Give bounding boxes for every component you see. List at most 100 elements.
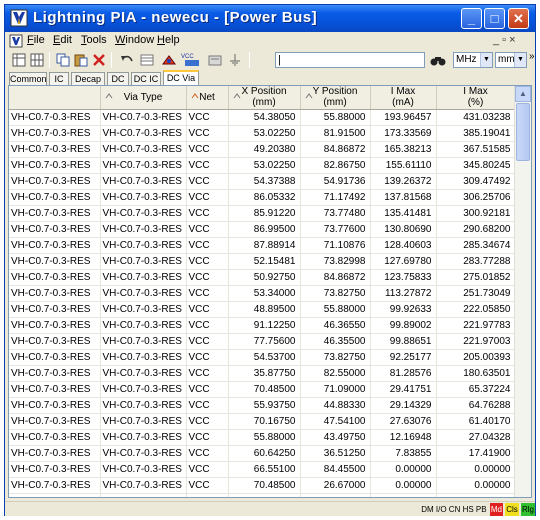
table-cell[interactable]: VCC bbox=[186, 141, 229, 158]
table-cell[interactable]: 84.86872 bbox=[300, 269, 371, 286]
table-row[interactable]: VH-C0.7-0.3-RES VH-C0.7-0.3-RES VCC 53.0225… bbox=[9, 157, 516, 174]
table-cell[interactable]: 251.73049 bbox=[436, 285, 516, 302]
table-icon[interactable] bbox=[139, 52, 155, 68]
delete-icon[interactable] bbox=[91, 52, 107, 68]
table-cell[interactable]: 54.91736 bbox=[300, 173, 371, 190]
table-row[interactable]: VH-C0.7-0.3-RES VH-C0.7-0.3-RES VCC 53.0225… bbox=[9, 125, 516, 142]
menu-tools[interactable]: Tools bbox=[81, 34, 107, 46]
table-cell[interactable]: 367.51585 bbox=[436, 141, 516, 158]
table-cell[interactable]: 165.38213 bbox=[370, 141, 437, 158]
table-cell[interactable]: 180.63501 bbox=[436, 365, 516, 382]
table-cell[interactable]: VH-C0.7-0.3-RES bbox=[9, 189, 101, 206]
table-cell[interactable]: VH-C0.7-0.3-RES bbox=[100, 109, 187, 126]
table-cell[interactable]: 47.54100 bbox=[300, 413, 371, 430]
table-cell[interactable]: 0.00000 bbox=[370, 493, 437, 497]
table-row[interactable]: VH-C0.7-0.3-RES VH-C0.7-0.3-RES VCC 70.1675… bbox=[9, 413, 516, 430]
toolbar-overflow[interactable]: » bbox=[529, 51, 535, 62]
table-cell[interactable]: VH-C0.7-0.3-RES bbox=[9, 445, 101, 462]
table-row[interactable]: VH-C0.7-0.3-RES VH-C0.7-0.3-RES VCC 55.9375… bbox=[9, 397, 516, 414]
table-cell[interactable]: 27.63076 bbox=[370, 413, 437, 430]
table-cell[interactable]: VH-C0.7-0.3-RES bbox=[9, 157, 101, 174]
table-cell[interactable]: VCC bbox=[186, 381, 229, 398]
tab-dc[interactable]: DC bbox=[107, 72, 129, 85]
table-cell[interactable]: 130.80690 bbox=[370, 221, 437, 238]
table-cell[interactable]: 285.34674 bbox=[436, 237, 516, 254]
table-cell[interactable]: VH-C0.7-0.3-RES bbox=[100, 141, 187, 158]
table-cell[interactable]: 81.28576 bbox=[370, 365, 437, 382]
table-cell[interactable]: 84.86872 bbox=[300, 141, 371, 158]
table-cell[interactable]: VH-C0.7-0.3-RES bbox=[100, 221, 187, 238]
table-cell[interactable]: 53.02250 bbox=[228, 157, 301, 174]
table-cell[interactable]: VH-C0.7-0.3-RES bbox=[9, 333, 101, 350]
table-cell[interactable]: VH-C0.7-0.3-RES bbox=[9, 477, 101, 494]
table-cell[interactable]: VH-C0.7-0.3-RES bbox=[100, 205, 187, 222]
table-cell[interactable]: VCC bbox=[186, 269, 229, 286]
column-header-net[interactable]: Net bbox=[186, 86, 229, 110]
menu-edit[interactable]: Edit bbox=[53, 34, 72, 46]
table-cell[interactable]: 60.64250 bbox=[228, 445, 301, 462]
table-cell[interactable]: VH-C0.7-0.3-RES bbox=[9, 461, 101, 478]
table-row[interactable]: VH-C0.7-0.3-RES VH-C0.7-0.3-RES VCC 91.1225… bbox=[9, 317, 516, 334]
table-cell[interactable]: VCC bbox=[186, 445, 229, 462]
table-cell[interactable]: VH-C0.7-0.3-RES bbox=[100, 365, 187, 382]
table-row[interactable]: VH-C0.7-0.3-RES VH-C0.7-0.3-RES VCC 70.4850… bbox=[9, 381, 516, 398]
table-cell[interactable]: 205.00393 bbox=[436, 349, 516, 366]
table-cell[interactable]: 64.76288 bbox=[436, 397, 516, 414]
table-cell[interactable]: 43.49750 bbox=[300, 429, 371, 446]
table-cell[interactable]: 27.04328 bbox=[436, 429, 516, 446]
table-cell[interactable]: 173.33569 bbox=[370, 125, 437, 142]
table-cell[interactable]: 0.00000 bbox=[370, 477, 437, 494]
table-cell[interactable]: VCC bbox=[186, 477, 229, 494]
table-cell[interactable]: VCC bbox=[186, 429, 229, 446]
table-cell[interactable]: VH-C0.7-0.3-RES bbox=[100, 189, 187, 206]
table-cell[interactable]: VH-C0.7-0.3-RES bbox=[100, 477, 187, 494]
table-cell[interactable]: 70.48500 bbox=[228, 477, 301, 494]
table-cell[interactable]: 52.15481 bbox=[228, 253, 301, 270]
table-cell[interactable]: VH-C0.7-0.3-RES bbox=[9, 125, 101, 142]
table-cell[interactable]: 221.97003 bbox=[436, 333, 516, 350]
table-cell[interactable]: VH-C0.7-0.3-RES bbox=[9, 413, 101, 430]
table-cell[interactable]: 46.35500 bbox=[300, 333, 371, 350]
table-row[interactable]: VH-C0.7-0.3-RESVH-C0.7-0.3-RESVCC90.8050… bbox=[9, 493, 516, 497]
table-cell[interactable]: 29.41751 bbox=[370, 381, 437, 398]
table-cell[interactable]: VCC bbox=[186, 285, 229, 302]
frequency-unit-select[interactable]: MHz ▼ bbox=[453, 52, 493, 68]
mdi-window-controls[interactable]: _ ▫ × bbox=[493, 34, 516, 46]
table-cell[interactable]: 92.25177 bbox=[370, 349, 437, 366]
table-cell[interactable]: VCC bbox=[186, 221, 229, 238]
table-cell[interactable]: 70.16750 bbox=[228, 413, 301, 430]
column-header-x-position[interactable]: X Position (mm) bbox=[228, 86, 301, 110]
table-cell[interactable]: VCC bbox=[186, 493, 229, 497]
tab-common[interactable]: Common bbox=[9, 72, 47, 85]
menu-file[interactable]: File bbox=[27, 34, 45, 46]
table-cell[interactable]: 73.82998 bbox=[300, 253, 371, 270]
menu-window[interactable]: Window bbox=[115, 34, 154, 46]
table-row[interactable]: VH-C0.7-0.3-RES VH-C0.7-0.3-RES VCC 55.8800… bbox=[9, 429, 516, 446]
search-input[interactable]: | bbox=[275, 52, 425, 68]
table-cell[interactable]: 99.89002 bbox=[370, 317, 437, 334]
table-cell[interactable]: VCC bbox=[186, 173, 229, 190]
minimize-button[interactable]: _ bbox=[461, 8, 482, 29]
table-cell[interactable]: VH-C0.7-0.3-RES bbox=[100, 173, 187, 190]
table-cell[interactable]: 35.87750 bbox=[228, 365, 301, 382]
menu-help[interactable]: Help bbox=[157, 34, 180, 46]
table-cell[interactable]: VH-C0.7-0.3-RES bbox=[9, 173, 101, 190]
table-cell[interactable]: VCC bbox=[186, 157, 229, 174]
table-cell[interactable]: 54.53700 bbox=[228, 349, 301, 366]
table-cell[interactable]: 50.92750 bbox=[228, 269, 301, 286]
table-cell[interactable]: 29.14329 bbox=[370, 397, 437, 414]
grid-view-icon[interactable] bbox=[11, 52, 27, 68]
table-cell[interactable]: 0.00000 bbox=[436, 461, 516, 478]
export-icon[interactable] bbox=[207, 52, 223, 68]
table-cell[interactable]: 99.88651 bbox=[370, 333, 437, 350]
table-cell[interactable]: 306.25706 bbox=[436, 189, 516, 206]
table-cell[interactable]: VH-C0.7-0.3-RES bbox=[100, 157, 187, 174]
tab-ic[interactable]: IC bbox=[49, 72, 69, 85]
maximize-button[interactable]: □ bbox=[484, 8, 505, 29]
table-cell[interactable]: 113.27872 bbox=[370, 285, 437, 302]
table-cell[interactable]: 44.88330 bbox=[300, 397, 371, 414]
table-cell[interactable]: VCC bbox=[186, 109, 229, 126]
table-cell[interactable]: 99.92633 bbox=[370, 301, 437, 318]
table-cell[interactable]: 70.48500 bbox=[228, 381, 301, 398]
table-cell[interactable]: 82.86750 bbox=[300, 157, 371, 174]
